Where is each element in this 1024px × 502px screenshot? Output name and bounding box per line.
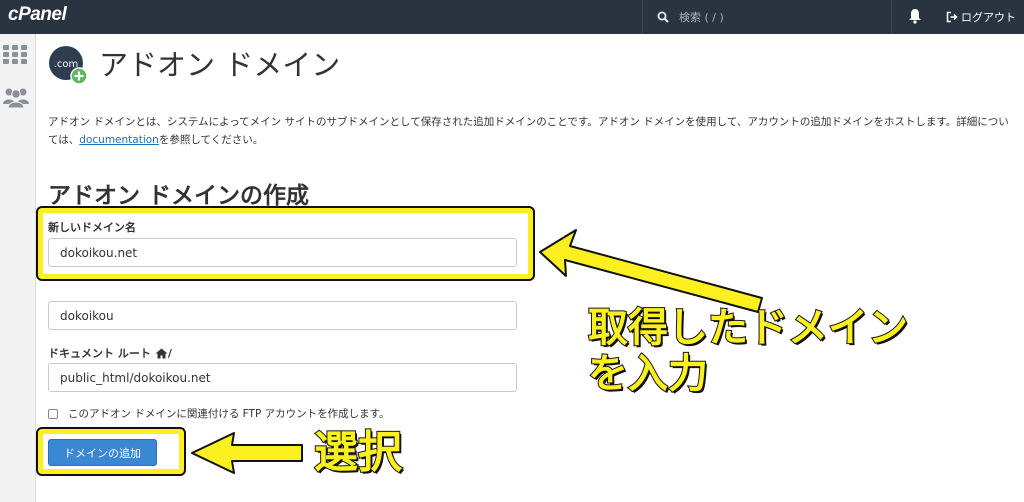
arrow-to-button <box>191 432 303 474</box>
annotation-arrows <box>191 229 763 474</box>
annotation-line-2: を入力 <box>587 350 709 398</box>
annotation-line-1: 取得したドメイン <box>587 304 909 352</box>
arrow-to-input <box>539 229 763 313</box>
annotation-enter-domain: 取得したドメイン を入力 <box>587 304 909 398</box>
annotation-select: 選択 <box>313 427 403 479</box>
